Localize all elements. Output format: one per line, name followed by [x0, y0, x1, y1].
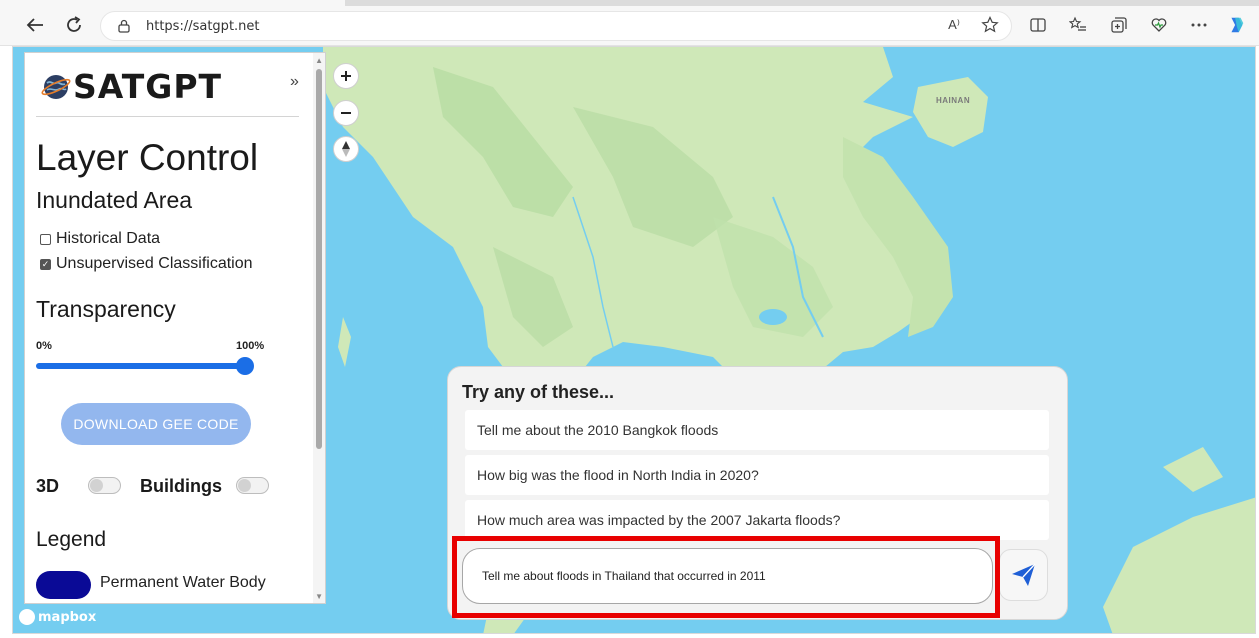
satgpt-logo: SATGPT	[41, 67, 222, 106]
suggestion-title: Try any of these...	[462, 382, 615, 402]
mapbox-text: mapbox	[38, 609, 97, 625]
send-icon	[1011, 563, 1035, 586]
zoom-out-button[interactable]	[333, 100, 359, 126]
highlight-box	[452, 536, 1000, 618]
divider	[36, 116, 299, 117]
checkbox-label: Unsupervised Classification	[56, 255, 253, 272]
browser-essentials-icon[interactable]	[1149, 15, 1169, 35]
plus-icon	[341, 71, 351, 81]
transparency-title: Transparency	[36, 296, 176, 322]
address-bar[interactable]: https://satgpt.net	[100, 11, 1012, 41]
suggestion-item[interactable]: Tell me about the 2010 Bangkok floods	[465, 410, 1049, 450]
read-aloud-icon[interactable]: A⁾	[944, 15, 964, 35]
favorite-star-icon[interactable]	[980, 15, 1000, 35]
scroll-up-arrow-icon[interactable]: ▲	[315, 56, 323, 65]
transparency-slider-handle[interactable]	[236, 357, 254, 375]
checkbox-unchecked[interactable]	[40, 233, 51, 245]
refresh-icon[interactable]	[63, 14, 85, 36]
toggle-3d[interactable]	[88, 477, 121, 494]
lock-icon[interactable]	[117, 19, 131, 33]
favorites-list-icon[interactable]	[1068, 15, 1088, 35]
transparency-min-label: 0%	[36, 340, 52, 352]
send-button[interactable]	[999, 549, 1048, 601]
unsupervised-classification-checkbox[interactable]: ✓ Unsupervised Classification	[40, 255, 253, 273]
scroll-down-arrow-icon[interactable]: ▼	[315, 592, 323, 601]
legend-swatch-permanent-water	[36, 571, 91, 599]
layer-control-sidebar: SATGPT » Layer Control Inundated Area Hi…	[24, 52, 326, 604]
browser-toolbar: https://satgpt.net A⁾	[0, 0, 1259, 46]
legend-title: Legend	[36, 528, 107, 551]
legend-label-permanent-water: Permanent Water Body	[100, 574, 266, 591]
checkbox-checked[interactable]: ✓	[40, 258, 51, 270]
compass-button[interactable]	[333, 136, 359, 162]
more-options-icon[interactable]	[1189, 15, 1209, 35]
historical-data-checkbox[interactable]: Historical Data	[40, 230, 160, 248]
suggestion-item[interactable]: How much area was impacted by the 2007 J…	[465, 500, 1049, 540]
copilot-icon[interactable]	[1226, 15, 1246, 35]
map-label-hainan: HAINAN	[936, 96, 971, 105]
sidebar-scrollbar-thumb[interactable]	[316, 69, 322, 449]
toggle-knob	[90, 479, 103, 492]
toggle-3d-label: 3D	[36, 476, 60, 496]
minus-icon	[341, 112, 351, 114]
active-tab[interactable]	[0, 0, 345, 6]
split-screen-icon[interactable]	[1028, 15, 1048, 35]
mapbox-attribution[interactable]: mapbox	[19, 609, 96, 625]
brand-name: SATGPT	[73, 67, 223, 106]
layer-control-title: Layer Control	[36, 137, 259, 178]
toggle-buildings-label: Buildings	[140, 476, 222, 496]
checkbox-label: Historical Data	[56, 230, 161, 247]
compass-icon	[342, 141, 350, 157]
inundated-area-title: Inundated Area	[36, 187, 193, 213]
toggle-knob	[238, 479, 251, 492]
download-gee-code-button[interactable]: DOWNLOAD GEE CODE	[61, 403, 251, 445]
toggle-buildings[interactable]	[236, 477, 269, 494]
suggestion-item[interactable]: How big was the flood in North India in …	[465, 455, 1049, 495]
globe-icon	[41, 74, 71, 99]
tab-strip	[0, 0, 1259, 6]
zoom-in-button[interactable]	[333, 63, 359, 89]
transparency-slider-track[interactable]	[36, 363, 246, 369]
collections-icon[interactable]	[1109, 15, 1129, 35]
transparency-max-label: 100%	[236, 340, 265, 352]
collapse-sidebar-button[interactable]: »	[290, 73, 299, 91]
back-icon[interactable]	[24, 14, 46, 36]
url-text[interactable]: https://satgpt.net	[146, 19, 260, 34]
mapbox-icon	[19, 609, 35, 625]
